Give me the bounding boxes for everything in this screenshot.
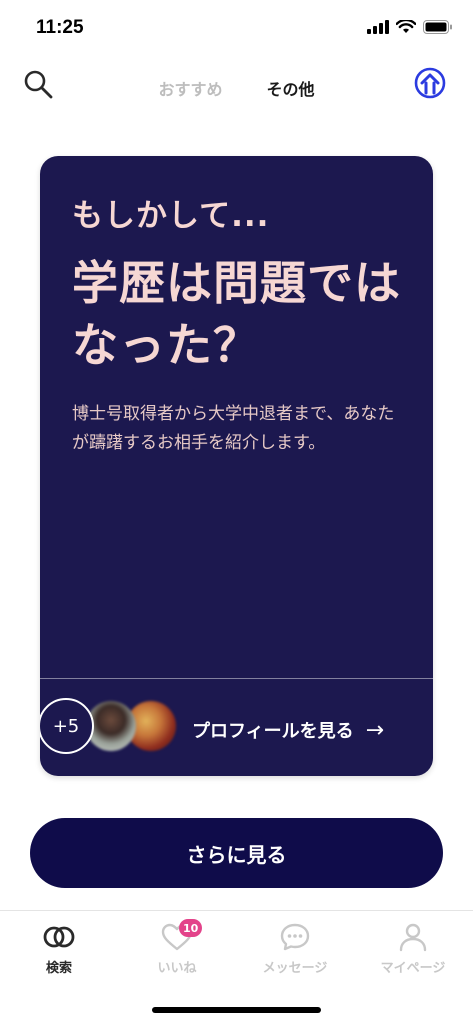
education-card[interactable]: もしかして... 学歴は問題ではなった？ 博士号取得者から大学中退者まで、あなた… [40,156,433,776]
top-tabs: おすすめ その他 [0,76,473,100]
home-indicator [152,1007,321,1013]
chat-bubble-icon [277,921,313,953]
tab-messages-label: メッセージ [262,961,328,976]
status-icons [367,20,453,34]
boost-button[interactable] [413,66,447,100]
avatar-group: +5 [40,698,188,758]
status-bar: 11:25 [0,0,473,58]
view-profiles-label: プロフィールを見る [192,721,354,742]
tab-other[interactable]: その他 [267,76,315,100]
tab-mypage-label: マイページ [380,961,446,976]
cellular-signal-icon [367,20,389,34]
boost-arrow-icon [414,67,446,99]
tab-likes[interactable]: 10 いいね [118,919,236,976]
card-eyebrow: もしかして... [72,198,270,234]
tab-recommended[interactable]: おすすめ [158,76,222,100]
more-profiles-count: +5 [40,698,94,754]
battery-icon [423,20,452,34]
wifi-icon [396,20,416,33]
tab-search-label: 検索 [45,961,72,976]
tab-search[interactable]: 検索 [0,921,118,976]
see-more-button[interactable]: さらに見る [30,818,443,888]
likes-badge: 10 [179,919,203,937]
person-icon [395,921,431,953]
top-nav: おすすめ その他 [0,58,473,118]
card-footer[interactable]: +5 プロフィールを見る → [40,679,433,776]
view-profiles-link[interactable]: プロフィールを見る → [192,717,384,743]
tab-likes-label: いいね [157,961,197,976]
card-description: 博士号取得者から大学中退者まで、あなたが躊躇するお相手を紹介します。 [72,404,395,453]
card-title: 学歴は問題ではなった？ [72,256,401,372]
tab-messages[interactable]: メッセージ [236,921,354,976]
status-time: 11:25 [36,17,84,38]
arrow-right-icon: → [365,717,385,743]
heart-icon: 10 [159,919,203,953]
tab-mypage[interactable]: マイページ [354,921,472,976]
search-rings-icon [41,921,77,953]
